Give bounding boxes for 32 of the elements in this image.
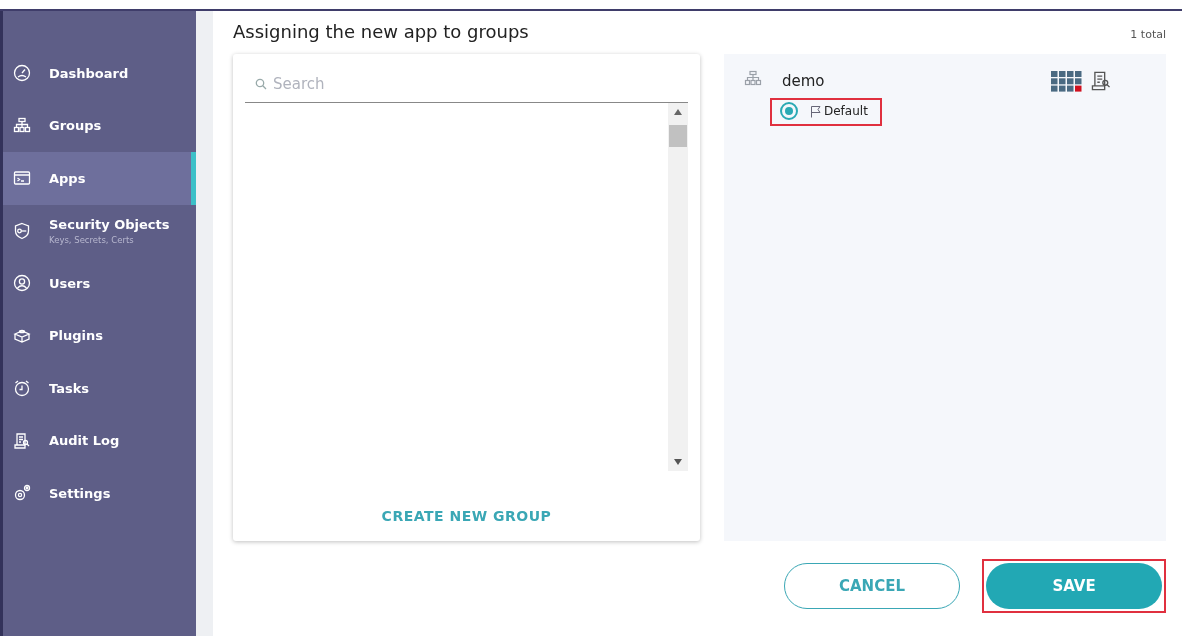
alarm-clock-icon: [13, 379, 31, 398]
hierarchy-icon: [744, 70, 762, 88]
sidebar-item[interactable]: Tasks: [3, 362, 196, 415]
scroll-up-icon[interactable]: [674, 109, 682, 115]
scroll-thumb[interactable]: [669, 125, 687, 147]
total-count: 1 total: [1130, 28, 1166, 41]
grid-icon[interactable]: [1051, 70, 1082, 92]
sidebar-item[interactable]: Audit Log: [3, 414, 196, 467]
flag-icon: [810, 104, 822, 118]
sidebar-item[interactable]: Apps: [3, 152, 196, 205]
gears-icon: [13, 484, 31, 503]
sidebar-item[interactable]: Settings: [3, 467, 196, 520]
option-label: Default: [824, 104, 868, 118]
sidebar-item[interactable]: Security Objects Keys, Secrets, Certs: [3, 204, 196, 257]
document-search-icon: [13, 431, 31, 450]
sidebar-item[interactable]: Plugins: [3, 309, 196, 362]
sidebar-item[interactable]: Dashboard: [3, 47, 196, 100]
gauge-icon: [13, 64, 31, 83]
search-field[interactable]: Search: [245, 66, 688, 103]
group-name: demo: [782, 72, 825, 90]
radio-button[interactable]: [780, 102, 798, 120]
terminal-window-icon: [13, 169, 31, 188]
shield-key-icon: [13, 221, 31, 240]
search-icon: [255, 78, 267, 90]
scroll-down-icon[interactable]: [674, 459, 682, 465]
sidebar-item[interactable]: Users: [3, 257, 196, 310]
sidebar-item[interactable]: Groups: [3, 99, 196, 152]
scrollbar[interactable]: [668, 103, 688, 471]
user-icon: [13, 274, 31, 293]
document-search-icon[interactable]: [1090, 70, 1112, 92]
hierarchy-icon: [13, 116, 31, 135]
page-title: Assigning the new app to groups: [233, 21, 529, 42]
